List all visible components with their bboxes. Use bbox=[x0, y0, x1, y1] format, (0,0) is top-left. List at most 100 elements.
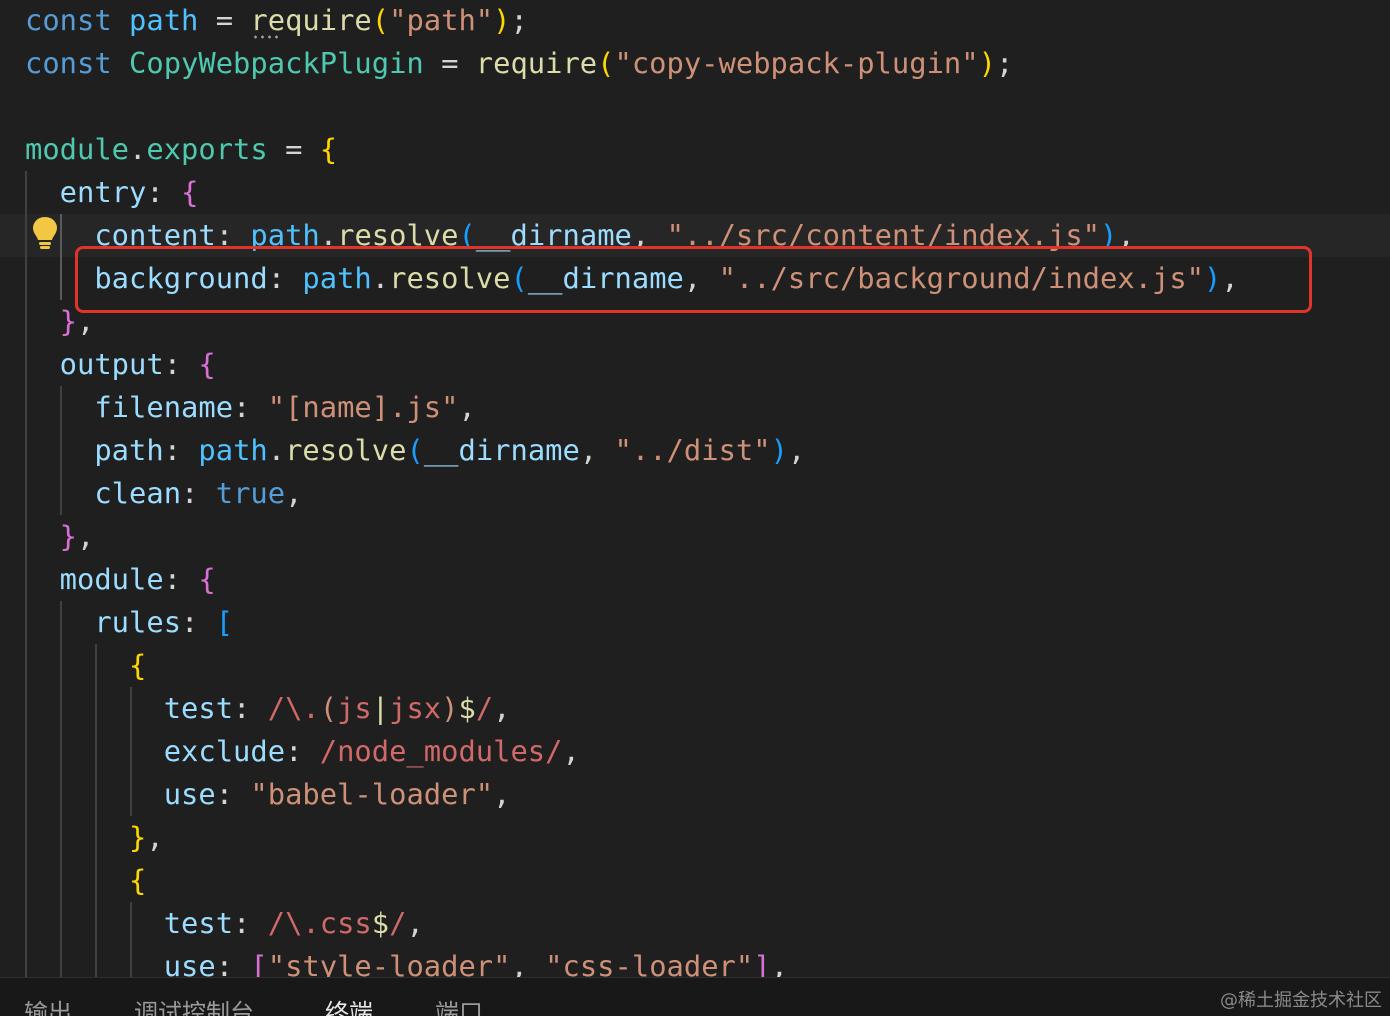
code-token: "../dist" bbox=[614, 433, 771, 467]
code-line: test: /\.css$/, bbox=[0, 902, 1390, 945]
code-token: "[name].js" bbox=[267, 390, 459, 424]
code-token: entry bbox=[25, 175, 147, 209]
tab-output[interactable]: 输出 bbox=[24, 998, 72, 1016]
code-token: [ bbox=[250, 949, 268, 977]
code-token: filename bbox=[25, 390, 234, 424]
code-token: : bbox=[146, 175, 182, 209]
code-token: path bbox=[198, 433, 268, 467]
code-token: : bbox=[163, 562, 199, 596]
code-line: const CopyWebpackPlugin = require("copy-… bbox=[0, 42, 1390, 85]
code-token: : bbox=[233, 691, 268, 725]
code-token: exclude bbox=[25, 734, 286, 768]
code-token: | bbox=[371, 691, 390, 725]
code-token: /\. bbox=[267, 691, 320, 725]
code-token: require bbox=[475, 46, 598, 80]
code-line: clean: true, bbox=[0, 472, 1390, 515]
code-token: { bbox=[181, 175, 199, 209]
code-token: CopyWebpackPlugin bbox=[129, 46, 424, 80]
code-line: filename: "[name].js", bbox=[0, 386, 1390, 429]
code-token: const bbox=[25, 46, 130, 80]
code-line: const path = require("path"); bbox=[0, 0, 1390, 42]
code-token: ) bbox=[493, 3, 511, 37]
lightbulb-icon[interactable] bbox=[30, 215, 60, 251]
code-token: } bbox=[25, 304, 78, 338]
hint-squiggle bbox=[252, 35, 278, 39]
code-token: = bbox=[423, 46, 476, 80]
bottom-panel: 输出 调试控制台 终端 端口 bbox=[0, 977, 1390, 1016]
code-token: , bbox=[562, 734, 580, 768]
code-token: path bbox=[129, 3, 199, 37]
code-token: , bbox=[77, 519, 95, 553]
code-token: [ bbox=[215, 605, 234, 639]
code-token: { bbox=[198, 347, 216, 381]
code-token: true bbox=[215, 476, 286, 510]
code-token: ] bbox=[753, 949, 771, 977]
code-token: module bbox=[25, 132, 130, 166]
code-line: test: /\.(js|jsx)$/, bbox=[0, 687, 1390, 730]
code-token: "path" bbox=[389, 3, 494, 37]
code-token: , bbox=[493, 777, 511, 811]
code-token: { bbox=[25, 863, 147, 897]
code-token: / bbox=[389, 906, 407, 940]
code-token: : bbox=[163, 347, 199, 381]
code-token: = bbox=[198, 3, 251, 37]
code-token: test bbox=[25, 691, 234, 725]
code-token: , bbox=[770, 949, 788, 977]
tab-debug-console[interactable]: 调试控制台 bbox=[134, 998, 254, 1016]
code-line: { bbox=[0, 644, 1390, 687]
code-token: : bbox=[181, 605, 216, 639]
code-token: use bbox=[25, 777, 216, 811]
code-line: module.exports = { bbox=[0, 128, 1390, 171]
code-line: module: { bbox=[0, 558, 1390, 601]
code-token: "copy-webpack-plugin" bbox=[614, 46, 979, 80]
code-token: } bbox=[25, 820, 147, 854]
code-token: __dirname bbox=[423, 433, 580, 467]
code-token: ) bbox=[770, 433, 788, 467]
code-token: use bbox=[25, 949, 216, 977]
code-token: , bbox=[146, 820, 164, 854]
code-token: clean bbox=[25, 476, 182, 510]
code-line: }, bbox=[0, 515, 1390, 558]
code-token: path bbox=[25, 433, 164, 467]
code-token: $ bbox=[458, 691, 476, 725]
tab-terminal[interactable]: 终端 bbox=[325, 998, 373, 1016]
highlight-box bbox=[75, 246, 1312, 313]
code-token: /node_modules/ bbox=[319, 734, 563, 768]
code-token: , bbox=[406, 906, 424, 940]
code-token: resolve bbox=[285, 433, 407, 467]
code-token: , bbox=[579, 433, 615, 467]
code-line: use: ["style-loader", "css-loader"], bbox=[0, 945, 1390, 977]
code-token: /\.css bbox=[267, 906, 372, 940]
code-token: , bbox=[510, 949, 546, 977]
code-token: "babel-loader" bbox=[250, 777, 494, 811]
code-token: const bbox=[25, 3, 130, 37]
code-token: : bbox=[163, 433, 199, 467]
code-token: { bbox=[319, 132, 338, 166]
code-token: ( bbox=[319, 691, 338, 725]
code-token: module bbox=[25, 562, 164, 596]
code-line: rules: [ bbox=[0, 601, 1390, 644]
code-token: ( bbox=[371, 3, 390, 37]
code-token: : bbox=[181, 476, 216, 510]
code-token: } bbox=[25, 519, 78, 553]
code-line: output: { bbox=[0, 343, 1390, 386]
code-line: use: "babel-loader", bbox=[0, 773, 1390, 816]
code-token: ) bbox=[441, 691, 459, 725]
code-token: rules bbox=[25, 605, 182, 639]
code-editor[interactable]: const path = require("path"); const CopyW… bbox=[0, 0, 1390, 977]
code-token: / bbox=[475, 691, 494, 725]
code-token: js bbox=[337, 691, 372, 725]
code-token: : bbox=[215, 949, 251, 977]
code-token: jsx bbox=[389, 691, 442, 725]
code-token: : bbox=[215, 777, 251, 811]
code-token: ; bbox=[510, 3, 528, 37]
code-token: : bbox=[233, 906, 268, 940]
code-line: }, bbox=[0, 816, 1390, 859]
code-token: , bbox=[493, 691, 511, 725]
code-token: ; bbox=[995, 46, 1014, 80]
code-token: test bbox=[25, 906, 234, 940]
tab-ports[interactable]: 端口 bbox=[435, 998, 483, 1016]
code-line: entry: { bbox=[0, 171, 1390, 214]
code-token: = bbox=[267, 132, 320, 166]
